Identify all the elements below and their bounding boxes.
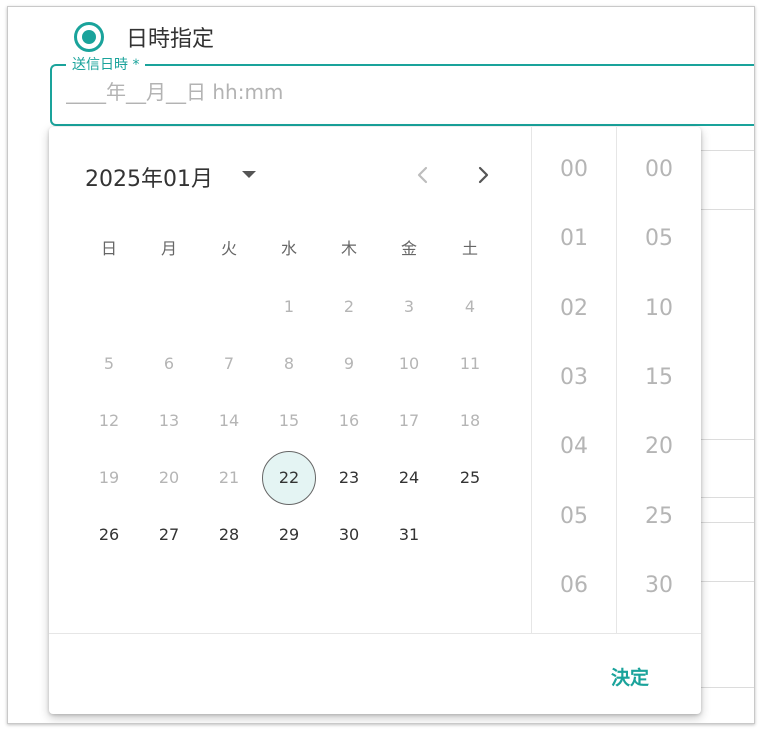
divider-line (700, 522, 754, 523)
day-cell: 5 (103, 354, 115, 373)
day-cell: 6 (163, 354, 175, 373)
weekday-label: 水 (280, 239, 297, 258)
day-cell: 17 (398, 411, 420, 430)
minute-option[interactable]: 00 (617, 157, 701, 182)
divider-line (700, 150, 754, 151)
day-cell[interactable]: 30 (322, 508, 376, 562)
hour-option[interactable]: 05 (532, 504, 616, 529)
day-cell[interactable]: 28 (202, 508, 256, 562)
radio-checked-icon[interactable] (74, 22, 104, 52)
footer-divider (49, 633, 701, 634)
day-cell[interactable]: 29 (262, 508, 316, 562)
day-cell: 21 (218, 468, 240, 487)
day-cell: 11 (459, 354, 481, 373)
day-cell: 16 (338, 411, 360, 430)
minute-option[interactable]: 20 (617, 434, 701, 459)
radio-dot (82, 30, 96, 44)
day-cell[interactable]: 25 (443, 451, 497, 505)
chevron-right-icon[interactable] (471, 163, 495, 187)
day-cell: 4 (464, 297, 476, 316)
day-cell[interactable]: 26 (82, 508, 136, 562)
day-cell: 13 (158, 411, 180, 430)
day-cell: 19 (98, 468, 120, 487)
weekday-label: 月 (160, 239, 177, 258)
month-label[interactable]: 2025年01月 (85, 161, 213, 193)
minute-option[interactable]: 30 (617, 573, 701, 598)
weekday-label: 土 (461, 239, 478, 258)
caret-down-icon[interactable] (242, 171, 256, 178)
day-cell: 1 (283, 297, 295, 316)
day-cell: 15 (278, 411, 300, 430)
hour-option[interactable]: 01 (532, 226, 616, 251)
day-cell[interactable]: 31 (382, 508, 436, 562)
divider-line (700, 497, 754, 498)
weekday-label: 金 (400, 239, 417, 258)
minute-option[interactable]: 05 (617, 226, 701, 251)
day-cell: 2 (343, 297, 355, 316)
hour-option[interactable]: 00 (532, 157, 616, 182)
hour-option[interactable]: 04 (532, 434, 616, 459)
minute-option[interactable]: 15 (617, 365, 701, 390)
minute-column[interactable]: 00 05 10 15 20 25 30 (617, 127, 701, 633)
hour-option[interactable]: 03 (532, 365, 616, 390)
selected-day[interactable]: 22 (262, 451, 316, 505)
day-cell[interactable]: 23 (322, 451, 376, 505)
send-datetime-field[interactable]: 送信日時 * (50, 56, 754, 126)
day-cell: 7 (223, 354, 235, 373)
weekday-label: 日 (100, 239, 117, 258)
day-cell[interactable]: 27 (142, 508, 196, 562)
hour-column[interactable]: 00 01 02 03 04 05 06 (532, 127, 616, 633)
day-cell: 9 (343, 354, 355, 373)
minute-option[interactable]: 25 (617, 504, 701, 529)
divider-line (700, 209, 754, 210)
day-cell: 20 (158, 468, 180, 487)
day-cell[interactable]: 24 (382, 451, 436, 505)
divider-line (700, 687, 754, 688)
confirm-button[interactable]: 決定 (611, 663, 649, 690)
minute-option[interactable]: 10 (617, 296, 701, 321)
schedule-option-label: 日時指定 (126, 27, 215, 52)
hour-option[interactable]: 06 (532, 573, 616, 598)
datetime-picker-popup: 2025年01月 日月火水木金土 1 2 3 4 5 6 7 8 9 10 11 12 13 14 15 16… (49, 127, 701, 714)
divider-line (700, 439, 754, 440)
divider-line (700, 581, 754, 582)
day-cell: 8 (283, 354, 295, 373)
day-cell: 18 (459, 411, 481, 430)
send-datetime-label: 送信日時 * (66, 56, 146, 74)
weekday-label: 火 (220, 239, 237, 258)
hour-option[interactable]: 02 (532, 296, 616, 321)
day-cell: 12 (98, 411, 120, 430)
day-cell: 14 (218, 411, 240, 430)
send-datetime-input[interactable] (66, 80, 706, 104)
weekday-label: 木 (340, 239, 357, 258)
form-panel: 日時指定 送信日時 * 2025年01月 日月火水木金土 12345678910… (7, 6, 755, 724)
day-cell: 10 (398, 354, 420, 373)
chevron-left-icon[interactable] (411, 163, 435, 187)
calendar-panel: 2025年01月 日月火水木金土 1 2 3 4 5 6 7 8 9 10 11 12 13 14 15 16… (49, 127, 531, 633)
schedule-option[interactable]: 日時指定 (74, 21, 214, 53)
day-cell: 3 (403, 297, 415, 316)
